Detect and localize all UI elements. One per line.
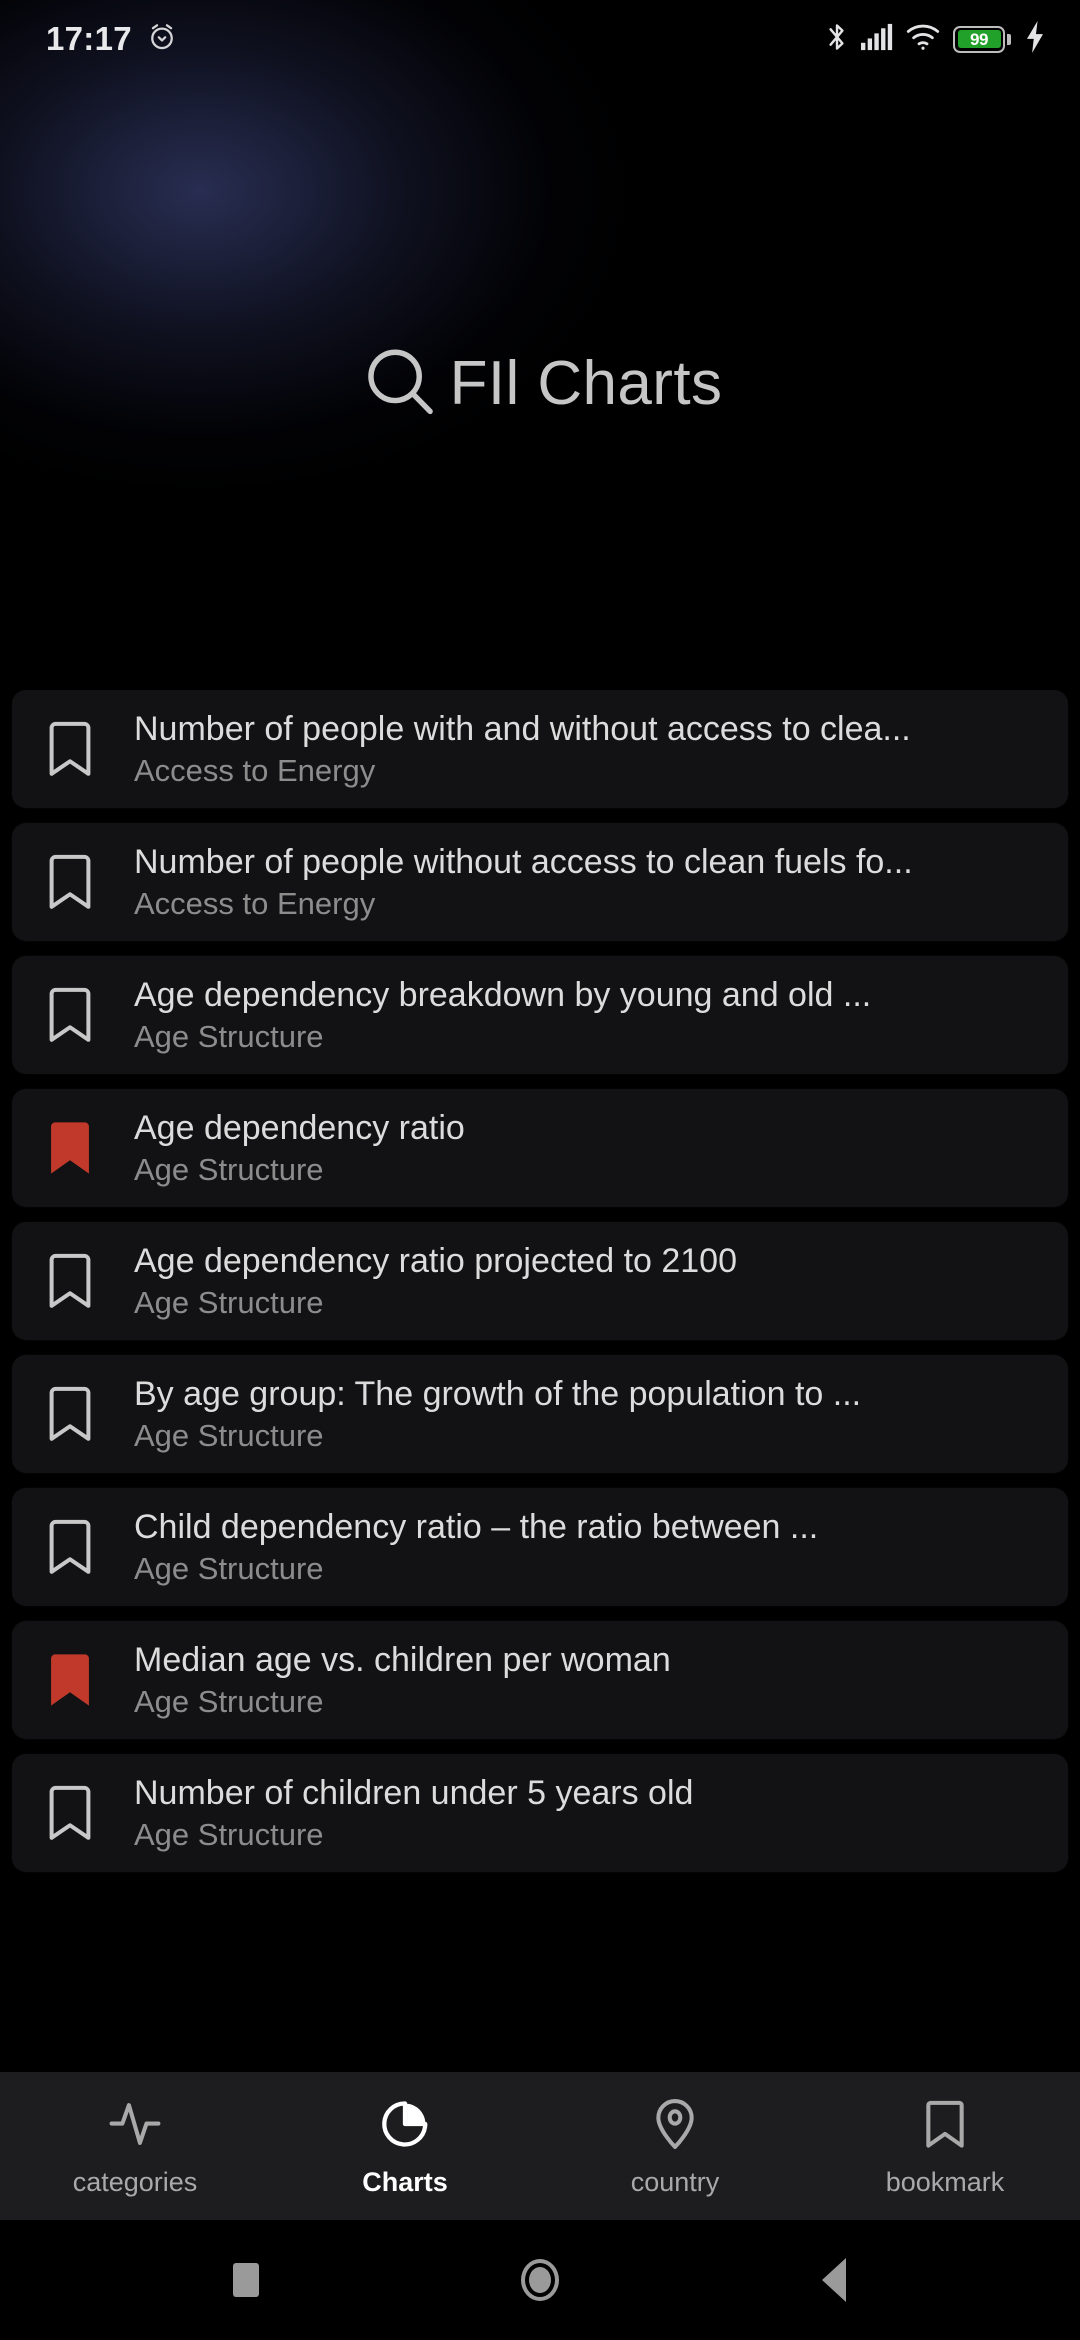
list-item-title: Age dependency ratio projected to 2100: [134, 1241, 738, 1280]
battery-body: 99: [953, 25, 1005, 53]
bookmark-icon-filled[interactable]: [48, 1652, 134, 1708]
chart-list[interactable]: Number of people with and without access…: [0, 690, 1080, 2072]
nav-item-categories[interactable]: categories: [0, 2072, 270, 2220]
search-icon[interactable]: [358, 340, 442, 429]
list-item[interactable]: By age group: The growth of the populati…: [12, 1355, 1068, 1473]
clock-time: 17:17: [46, 20, 132, 57]
page-title: FIl Charts: [449, 349, 723, 418]
list-item-title: Median age vs. children per woman: [134, 1640, 671, 1679]
bottom-navigation[interactable]: categories Charts country bookmark: [0, 2072, 1080, 2220]
list-item[interactable]: Number of people with and without access…: [12, 690, 1068, 808]
bookmark-icon-outline[interactable]: [48, 1253, 134, 1309]
location-pin-icon: [648, 2097, 702, 2156]
status-bar-right: 99: [826, 20, 1046, 58]
list-item-text: Age dependency ratio Age Structure: [134, 1109, 489, 1188]
list-item-text: Age dependency ratio projected to 2100 Ag…: [134, 1242, 761, 1321]
list-item-title: Age dependency breakdown by young and ol…: [134, 975, 872, 1014]
alarm-clock-icon: [146, 21, 178, 58]
list-item-subtitle: Access to Energy: [134, 886, 376, 921]
nav-item-label: bookmark: [885, 2166, 1005, 2197]
list-item-text: Number of people with and without access…: [134, 710, 935, 789]
nav-item-label: Charts: [362, 2166, 448, 2197]
list-item[interactable]: Child dependency ratio – the ratio betwe…: [12, 1488, 1068, 1606]
bookmark-icon-outline[interactable]: [48, 1785, 134, 1841]
wifi-icon: [906, 23, 940, 56]
list-item-text: By age group: The growth of the populati…: [134, 1375, 885, 1454]
list-item[interactable]: Age dependency ratio Age Structure: [12, 1089, 1068, 1207]
app-screen: 17:17 99 FIl Charts Number of people wit…: [0, 0, 1080, 2340]
list-item[interactable]: Number of children under 5 years old Age …: [12, 1754, 1068, 1872]
back-triangle-icon[interactable]: [799, 2245, 869, 2315]
nav-item-bookmark[interactable]: bookmark: [810, 2072, 1080, 2220]
nav-item-label: categories: [72, 2166, 198, 2197]
list-item[interactable]: Number of people without access to clean…: [12, 823, 1068, 941]
status-bar-left: 17:17: [46, 20, 178, 58]
battery-cap: [1007, 33, 1011, 45]
list-item-title: Child dependency ratio – the ratio betwe…: [134, 1507, 819, 1546]
list-item-text: Age dependency breakdown by young and ol…: [134, 976, 895, 1055]
list-item-subtitle: Age Structure: [134, 1551, 324, 1586]
nav-item-country[interactable]: country: [540, 2072, 810, 2220]
battery-percent-label: 99: [970, 29, 988, 49]
bookmark-icon-filled[interactable]: [48, 1120, 134, 1176]
list-item-title: Number of people without access to clean…: [134, 842, 913, 881]
page-header: FIl Charts: [0, 78, 1080, 690]
bookmark-icon-outline[interactable]: [48, 1519, 134, 1575]
list-item[interactable]: Age dependency breakdown by young and ol…: [12, 956, 1068, 1074]
bookmark-icon-outline[interactable]: [48, 854, 134, 910]
bookmark-icon: [918, 2097, 972, 2156]
list-item-title: By age group: The growth of the populati…: [134, 1374, 862, 1413]
activity-pulse-icon: [108, 2097, 162, 2156]
pie-chart-icon: [378, 2097, 432, 2156]
nav-item-label: country: [630, 2166, 720, 2197]
list-item-text: Number of children under 5 years old Age …: [134, 1774, 717, 1853]
bookmark-icon-outline[interactable]: [48, 721, 134, 777]
list-item-title: Number of people with and without access…: [134, 709, 911, 748]
list-item-subtitle: Age Structure: [134, 1152, 324, 1187]
list-item-title: Number of children under 5 years old: [134, 1773, 694, 1812]
list-item-subtitle: Access to Energy: [134, 753, 376, 788]
bluetooth-icon: [826, 21, 848, 58]
header-title-row: FIl Charts: [358, 340, 723, 429]
list-item-text: Number of people without access to clean…: [134, 843, 937, 922]
bookmark-icon-outline[interactable]: [48, 1386, 134, 1442]
cellular-signal-icon: [861, 23, 893, 56]
list-item[interactable]: Age dependency ratio projected to 2100 Ag…: [12, 1222, 1068, 1340]
charging-bolt-icon: [1024, 20, 1046, 58]
list-item-subtitle: Age Structure: [134, 1817, 324, 1852]
list-item-subtitle: Age Structure: [134, 1019, 324, 1054]
battery-fill: 99: [957, 29, 1001, 49]
list-item-text: Child dependency ratio – the ratio betwe…: [134, 1508, 842, 1587]
home-circle-icon[interactable]: [505, 2245, 575, 2315]
bookmark-icon-outline[interactable]: [48, 987, 134, 1043]
battery-indicator: 99: [953, 25, 1011, 53]
list-item-subtitle: Age Structure: [134, 1285, 324, 1320]
nav-item-charts[interactable]: Charts: [270, 2072, 540, 2220]
list-item-text: Median age vs. children per woman Age Str…: [134, 1641, 695, 1720]
list-item-subtitle: Age Structure: [134, 1684, 324, 1719]
android-system-nav[interactable]: [0, 2220, 1080, 2340]
status-bar: 17:17 99: [0, 0, 1080, 78]
recents-square-icon[interactable]: [211, 2245, 281, 2315]
list-item-title: Age dependency ratio: [134, 1108, 465, 1147]
list-item[interactable]: Median age vs. children per woman Age Str…: [12, 1621, 1068, 1739]
list-item-subtitle: Age Structure: [134, 1418, 324, 1453]
